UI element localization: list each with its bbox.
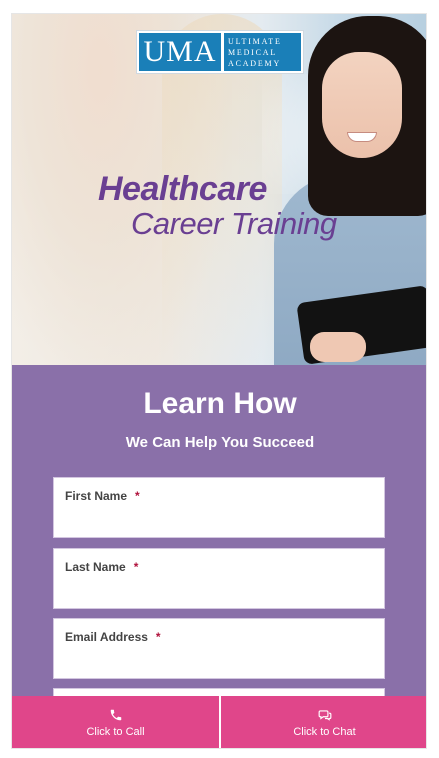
logo-word-2: MEDICAL [228,47,278,57]
lead-form-panel: Learn How We Can Help You Succeed First … [12,365,426,748]
required-marker: * [135,489,140,503]
first-name-label: First Name * [65,489,140,503]
hero-banner: UMA ULTIMATE MEDICAL ACADEMY Healthcare … [12,14,426,365]
chat-bubbles-icon [318,710,331,721]
hero-hand [310,332,366,362]
email-label: Email Address * [65,630,161,644]
hero-headline: Healthcare [98,170,267,208]
logo-wordmark: ULTIMATE MEDICAL ACADEMY [224,33,301,71]
logo-mark: UMA [139,33,221,71]
form-subtitle: We Can Help You Succeed [125,434,315,451]
chat-label: Click to Chat [293,726,356,738]
email-input[interactable] [64,650,374,670]
first-name-field[interactable]: First Name * [53,477,385,538]
form-title: Learn How [143,387,297,420]
page-frame: UMA ULTIMATE MEDICAL ACADEMY Healthcare … [11,13,427,749]
hero-subline: Career Training [131,206,337,241]
phone-icon [110,709,121,721]
last-name-input[interactable] [64,580,374,600]
uma-logo[interactable]: UMA ULTIMATE MEDICAL ACADEMY [136,30,304,74]
first-name-input[interactable] [64,509,374,529]
last-name-label: Last Name * [65,560,139,574]
hero-person-face [322,52,402,158]
logo-word-1: ULTIMATE [228,36,282,46]
click-to-chat-button[interactable]: Click to Chat [221,696,426,748]
required-marker: * [133,560,139,574]
call-label: Click to Call [86,726,145,738]
email-field[interactable]: Email Address * [53,618,385,679]
click-to-call-button[interactable]: Click to Call [12,696,219,748]
logo-word-3: ACADEMY [228,58,282,68]
required-marker: * [155,630,161,644]
last-name-field[interactable]: Last Name * [53,548,385,609]
bottom-action-bar: Click to Call Click to Chat [12,696,426,748]
